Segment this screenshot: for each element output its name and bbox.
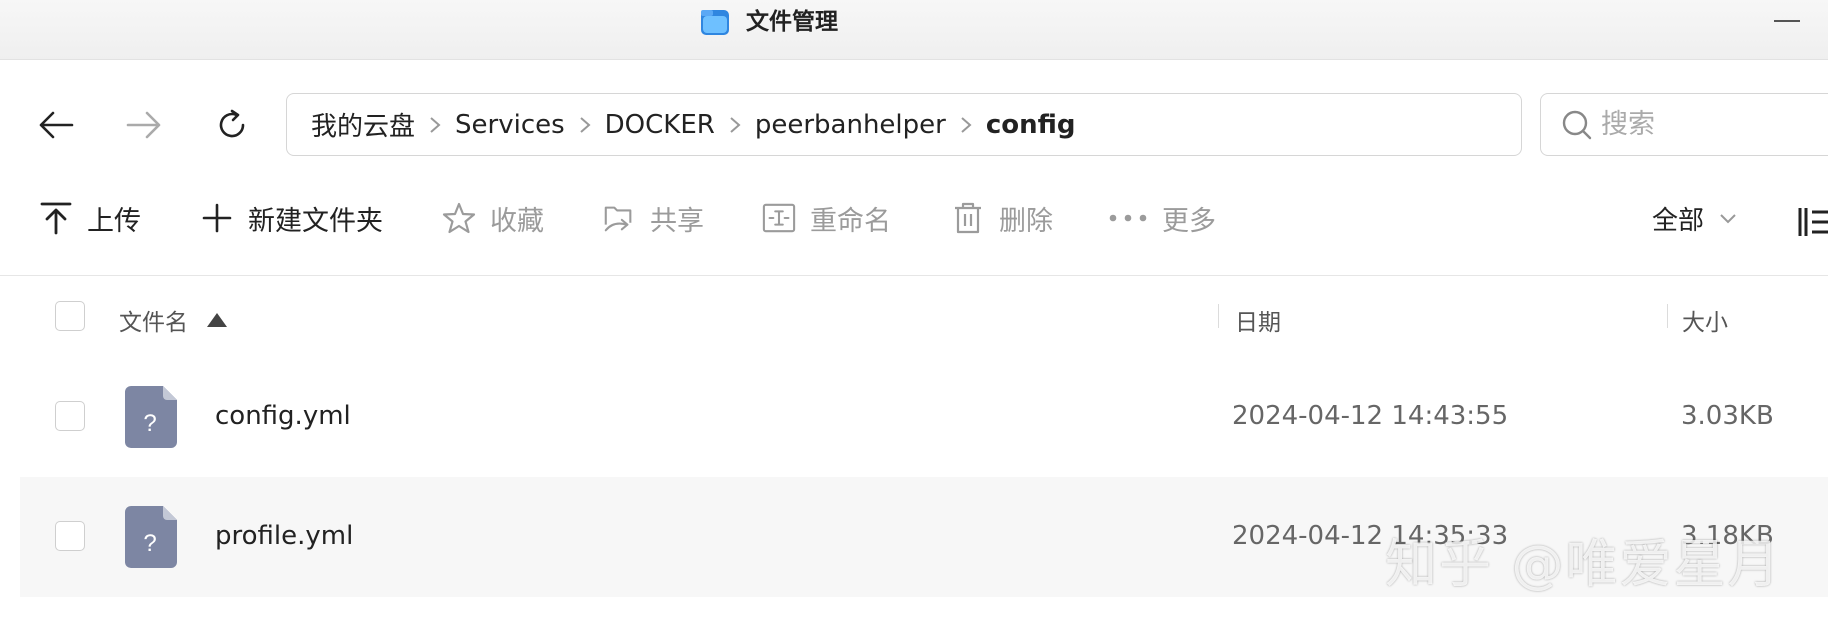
- column-header-date[interactable]: 日期: [1235, 303, 1281, 337]
- share-label: 共享: [650, 205, 704, 237]
- title-bar: 文件管理: [0, 0, 1828, 60]
- back-button[interactable]: [34, 103, 78, 147]
- upload-button[interactable]: 上传: [39, 196, 141, 240]
- search-input[interactable]: [1601, 109, 1821, 140]
- breadcrumb: 我的云盘 Services DOCKER peerbanhelper confi…: [286, 93, 1522, 156]
- arrow-left-icon: [39, 111, 74, 139]
- star-icon: [442, 201, 476, 235]
- window-title: 文件管理: [746, 9, 838, 35]
- unknown-file-icon: ?: [125, 386, 177, 448]
- breadcrumb-item-docker[interactable]: DOCKER: [605, 110, 715, 140]
- sort-ascending-icon: [207, 313, 227, 327]
- view-toggle-button[interactable]: [1796, 204, 1828, 240]
- select-all-checkbox[interactable]: [55, 301, 85, 331]
- delete-label: 删除: [999, 205, 1053, 237]
- trash-icon: [951, 201, 985, 235]
- file-size: 3.03KB: [1681, 401, 1774, 431]
- column-size-label: 大小: [1682, 310, 1728, 336]
- new-folder-label: 新建文件夹: [248, 205, 383, 237]
- more-label: 更多: [1162, 205, 1216, 237]
- toolbar-divider: [0, 275, 1828, 276]
- chevron-right-icon: [578, 115, 592, 135]
- chevron-right-icon: [728, 115, 742, 135]
- table-row[interactable]: ? config.yml 2024-04-12 14:43:55 3.03KB: [20, 357, 1828, 477]
- arrow-right-icon: [126, 111, 161, 139]
- new-folder-button[interactable]: 新建文件夹: [200, 196, 383, 240]
- favorite-button[interactable]: 收藏: [442, 196, 544, 240]
- file-name[interactable]: config.yml: [215, 401, 351, 431]
- column-date-label: 日期: [1235, 310, 1281, 336]
- list-view-icon: [1798, 208, 1828, 236]
- search-icon: [1562, 110, 1592, 139]
- plus-icon: [200, 201, 234, 235]
- svg-text:?: ?: [143, 530, 156, 557]
- rename-label: 重命名: [810, 205, 891, 237]
- filter-selected: 全部: [1652, 206, 1705, 236]
- file-date: 2024-04-12 14:35:33: [1232, 521, 1509, 551]
- file-name[interactable]: profile.yml: [215, 521, 353, 551]
- minimize-button[interactable]: [1774, 20, 1800, 22]
- row-checkbox[interactable]: [55, 401, 85, 431]
- rename-button[interactable]: 重命名: [762, 196, 891, 240]
- file-date: 2024-04-12 14:43:55: [1232, 401, 1509, 431]
- column-header-size[interactable]: 大小: [1682, 303, 1728, 337]
- unknown-file-icon: ?: [125, 506, 177, 568]
- share-button[interactable]: 共享: [602, 196, 704, 240]
- share-folder-icon: [602, 201, 636, 235]
- refresh-icon: [219, 109, 245, 138]
- favorite-label: 收藏: [490, 205, 544, 237]
- breadcrumb-item-services[interactable]: Services: [455, 110, 565, 140]
- row-checkbox[interactable]: [55, 521, 85, 551]
- delete-button[interactable]: 删除: [951, 196, 1053, 240]
- more-button[interactable]: 更多: [1108, 196, 1216, 240]
- more-dots-icon: [1108, 201, 1148, 235]
- breadcrumb-item-config[interactable]: config: [986, 110, 1076, 140]
- upload-icon: [39, 201, 73, 235]
- column-separator[interactable]: [1218, 304, 1219, 328]
- svg-text:?: ?: [143, 410, 156, 437]
- breadcrumb-item-peerbanhelper[interactable]: peerbanhelper: [755, 110, 946, 140]
- search-box[interactable]: [1540, 93, 1828, 156]
- refresh-button[interactable]: [210, 103, 254, 147]
- breadcrumb-item-my-cloud[interactable]: 我的云盘: [311, 106, 415, 143]
- column-separator[interactable]: [1667, 304, 1668, 328]
- folder-app-icon: [701, 10, 729, 35]
- chevron-down-icon: [1720, 213, 1736, 223]
- column-name-label: 文件名: [119, 310, 188, 336]
- chevron-right-icon: [428, 115, 442, 135]
- file-size: 3.18KB: [1681, 521, 1774, 551]
- rename-icon: [762, 201, 796, 235]
- upload-label: 上传: [87, 205, 141, 237]
- column-header-name[interactable]: 文件名: [119, 303, 228, 337]
- table-row[interactable]: ? profile.yml 2024-04-12 14:35:33 3.18KB: [20, 477, 1828, 597]
- filter-dropdown[interactable]: 全部: [1652, 200, 1738, 237]
- chevron-right-icon: [959, 115, 973, 135]
- forward-button[interactable]: [122, 103, 166, 147]
